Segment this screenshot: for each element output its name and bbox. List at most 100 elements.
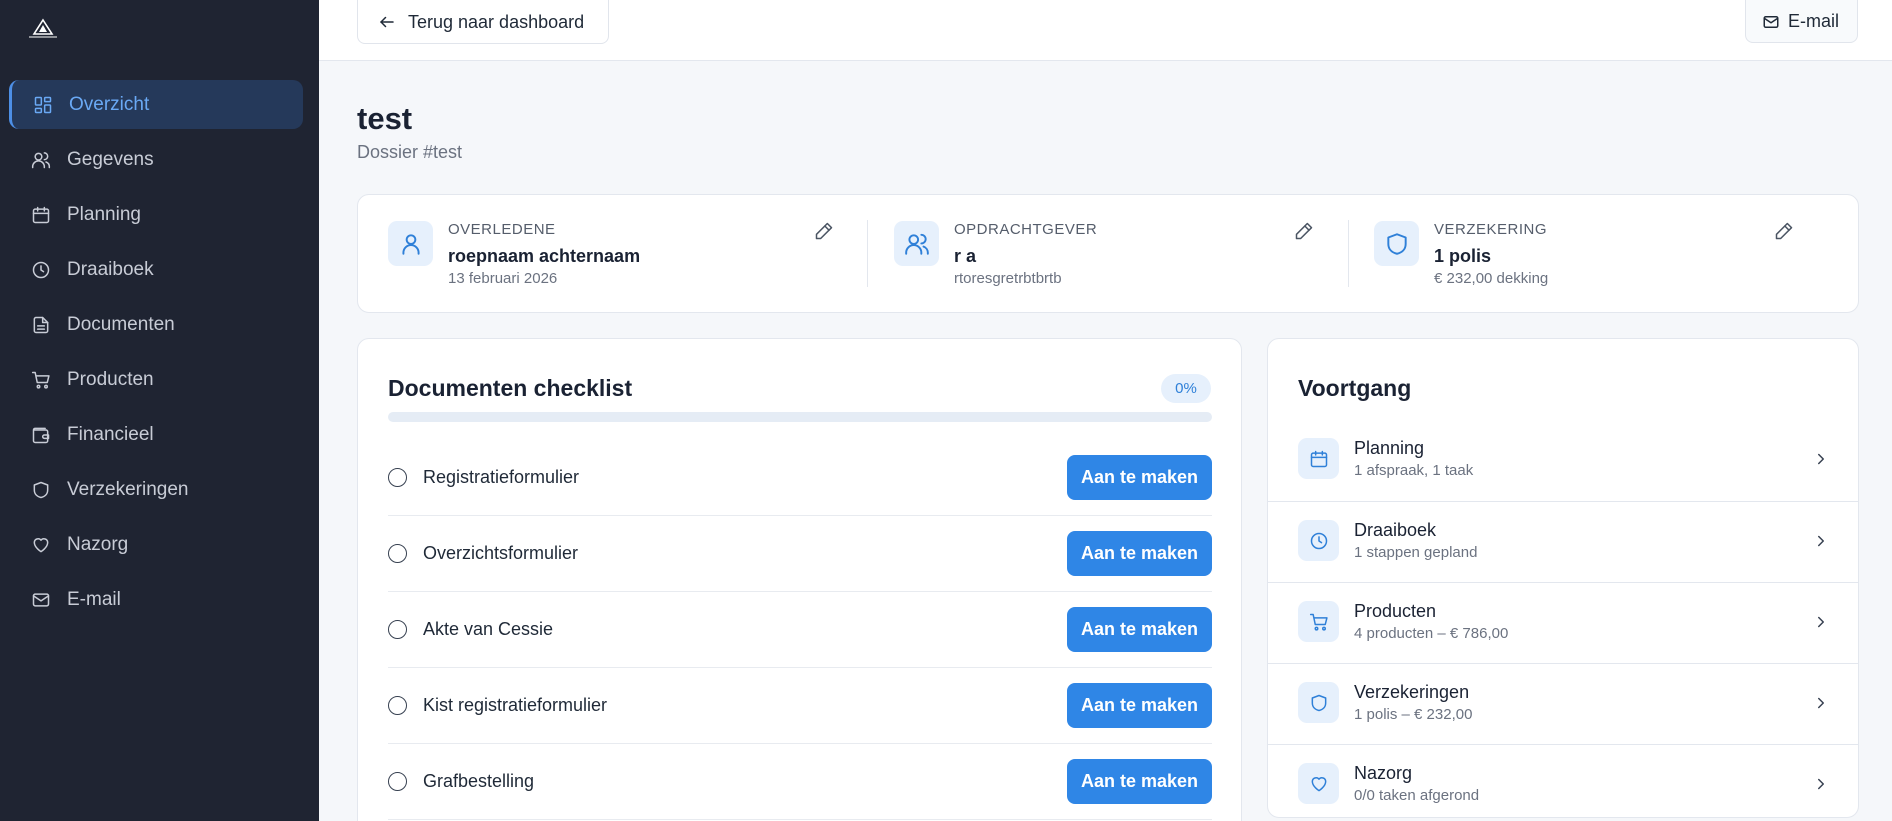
email-button[interactable]: E-mail: [1745, 0, 1858, 43]
documents-checklist-card: Documenten checklist 0% Registratieformu…: [357, 338, 1242, 821]
page-subtitle: Dossier #test: [357, 142, 463, 162]
sidebar-item-label: E-mail: [67, 588, 121, 610]
progress-item-meta: 4 producten – € 786,00: [1354, 625, 1509, 642]
arrow-left-icon: [380, 16, 394, 28]
users-icon: [894, 221, 939, 266]
deceased-label: OVERLEDENE: [448, 221, 556, 238]
progress-item-draaiboek[interactable]: Draaiboek 1 stappen gepland: [1268, 501, 1858, 582]
create-document-button[interactable]: Aan te maken: [1067, 607, 1212, 652]
clock-icon: [1298, 520, 1339, 561]
progress-item-meta: 1 stappen gepland: [1354, 544, 1478, 561]
status-radio[interactable]: [388, 544, 407, 563]
progress-list: Planning 1 afspraak, 1 taak Draaiboek 1 …: [1268, 420, 1858, 817]
mail-icon: [31, 590, 51, 610]
calendar-icon: [31, 205, 51, 225]
sidebar-item-email[interactable]: E-mail: [9, 575, 303, 624]
chevron-right-icon: [1812, 694, 1830, 712]
shield-icon: [1298, 682, 1339, 723]
sidebar-item-label: Verzekeringen: [67, 478, 189, 500]
list-item: Grafbestelling Aan te maken: [388, 744, 1212, 820]
deceased-name: roepnaam achternaam: [448, 246, 641, 266]
users-icon: [31, 150, 51, 170]
back-button-label: Terug naar dashboard: [408, 11, 585, 32]
checklist-progress-bar: [388, 412, 1212, 422]
list-item: Akte van Cessie Aan te maken: [388, 592, 1212, 668]
chevron-right-icon: [1812, 775, 1830, 793]
create-document-button[interactable]: Aan te maken: [1067, 531, 1212, 576]
progress-item-planning[interactable]: Planning 1 afspraak, 1 taak: [1268, 420, 1858, 501]
progress-item-name: Planning: [1354, 438, 1425, 458]
chevron-right-icon: [1812, 613, 1830, 631]
document-name: Grafbestelling: [423, 771, 535, 791]
topbar: Terug naar dashboard E-mail: [319, 0, 1892, 61]
status-radio[interactable]: [388, 620, 407, 639]
create-document-button[interactable]: Aan te maken: [1067, 455, 1212, 500]
sidebar-item-label: Financieel: [67, 423, 154, 445]
create-document-button[interactable]: Aan te maken: [1067, 759, 1212, 804]
divider: [867, 220, 868, 287]
progress-item-verzekeringen[interactable]: Verzekeringen 1 polis – € 232,00: [1268, 663, 1858, 744]
clock-icon: [31, 260, 51, 280]
sidebar-item-label: Gegevens: [67, 148, 154, 170]
document-name: Registratieformulier: [423, 467, 580, 487]
list-item: Overzichtsformulier Aan te maken: [388, 516, 1212, 592]
sidebar-item-verzekeringen[interactable]: Verzekeringen: [9, 465, 303, 514]
grid-icon: [33, 95, 53, 115]
edit-client-icon[interactable]: [1294, 221, 1316, 243]
progress-item-meta: 0/0 taken afgerond: [1354, 787, 1480, 804]
page-title: test: [357, 101, 413, 136]
cart-icon: [31, 370, 51, 390]
heart-icon: [1298, 763, 1339, 804]
sidebar-item-documenten[interactable]: Documenten: [9, 300, 303, 349]
create-document-button[interactable]: Aan te maken: [1067, 683, 1212, 728]
sidebar: Overzicht Gegevens Planning Draaiboek Do…: [0, 0, 319, 821]
document-name: Overzichtsformulier: [423, 543, 579, 563]
sidebar-item-overzicht[interactable]: Overzicht: [9, 80, 303, 129]
edit-deceased-icon[interactable]: [814, 221, 836, 243]
insurance-info: VERZEKERING 1 polis € 232,00 dekking: [1374, 221, 1834, 287]
divider: [1348, 220, 1349, 287]
sidebar-item-planning[interactable]: Planning: [9, 190, 303, 239]
email-button-label: E-mail: [1788, 11, 1840, 31]
client-label: OPDRACHTGEVER: [954, 221, 1098, 238]
sidebar-item-financieel[interactable]: Financieel: [9, 410, 303, 459]
sidebar-item-label: Overzicht: [69, 93, 150, 115]
status-radio[interactable]: [388, 772, 407, 791]
progress-item-meta: 1 afspraak, 1 taak: [1354, 462, 1474, 479]
sidebar-item-draaiboek[interactable]: Draaiboek: [9, 245, 303, 294]
progress-item-nazorg[interactable]: Nazorg 0/0 taken afgerond: [1268, 744, 1858, 817]
back-to-dashboard-button[interactable]: Terug naar dashboard: [357, 0, 609, 44]
sidebar-item-label: Planning: [67, 203, 141, 225]
sidebar-item-label: Producten: [67, 368, 154, 390]
status-radio[interactable]: [388, 696, 407, 715]
shield-icon: [1374, 221, 1419, 266]
progress-item-name: Verzekeringen: [1354, 682, 1470, 702]
shield-icon: [31, 480, 51, 500]
sidebar-item-label: Documenten: [67, 313, 175, 335]
sidebar-item-label: Nazorg: [67, 533, 129, 555]
deceased-date: 13 februari 2026: [448, 270, 558, 287]
progress-item-meta: 1 polis – € 232,00: [1354, 706, 1473, 723]
document-name: Kist registratieformulier: [423, 695, 608, 715]
list-item: Kist registratieformulier Aan te maken: [388, 668, 1212, 744]
user-icon: [388, 221, 433, 266]
checklist-title: Documenten checklist: [388, 375, 633, 401]
logo-icon[interactable]: [26, 18, 60, 40]
sidebar-item-nazorg[interactable]: Nazorg: [9, 520, 303, 569]
cart-icon: [1298, 601, 1339, 642]
insurance-label: VERZEKERING: [1434, 221, 1548, 238]
progress-item-producten[interactable]: Producten 4 producten – € 786,00: [1268, 582, 1858, 663]
heart-icon: [31, 535, 51, 555]
chevron-right-icon: [1812, 450, 1830, 468]
edit-insurance-icon[interactable]: [1774, 221, 1796, 243]
list-item: Registratieformulier Aan te maken: [388, 440, 1212, 516]
status-radio[interactable]: [388, 468, 407, 487]
progress-item-name: Draaiboek: [1354, 520, 1437, 540]
client-name: r a: [954, 246, 977, 266]
progress-item-name: Producten: [1354, 601, 1437, 621]
wallet-icon: [31, 425, 51, 445]
deceased-info: OVERLEDENE roepnaam achternaam 13 februa…: [388, 221, 858, 287]
insurance-count: 1 polis: [1434, 246, 1492, 266]
sidebar-item-producten[interactable]: Producten: [9, 355, 303, 404]
sidebar-item-gegevens[interactable]: Gegevens: [9, 135, 303, 184]
